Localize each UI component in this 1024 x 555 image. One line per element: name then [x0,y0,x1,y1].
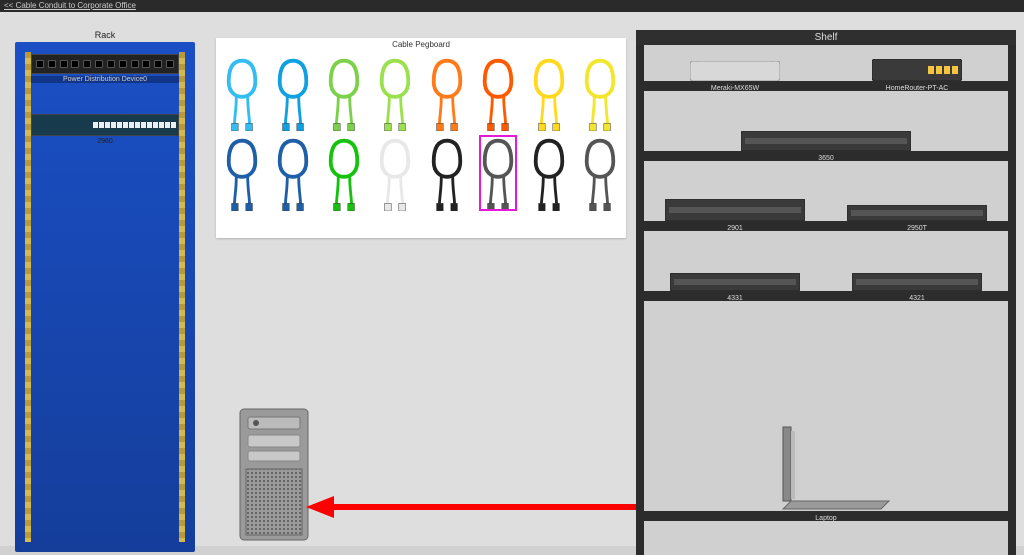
cable-pegboard: Cable Pegboard [216,38,626,238]
cable-row1-1[interactable] [274,55,312,131]
shelf-device-4321[interactable]: 4321 [852,273,982,291]
shelf-row-4: Laptop [644,321,1008,521]
cable-row1-5[interactable] [479,55,517,131]
shelf-device-meraki-mx65w[interactable]: Meraki-MX65W [690,61,780,81]
shelf-row-1: 3650 [644,111,1008,161]
shelf-row-2: 2901 2950T [644,181,1008,231]
rack-area: Rack Power Distribution Device0 2960 [15,30,195,552]
patch-panel[interactable] [31,54,179,74]
cable-row2-5[interactable] [479,135,517,211]
switch-2960[interactable] [31,114,179,136]
device-label: Meraki-MX65W [711,85,759,92]
breadcrumb-bar: << Cable Conduit to Corporate Office [0,0,1024,12]
pdu-label: Power Distribution Device0 [31,76,179,83]
cable-row2-2[interactable] [325,135,363,211]
shelf-device-2950t[interactable]: 2950T [847,205,987,221]
device-label: Laptop [815,515,836,522]
cable-row-1 [216,55,626,131]
device-label: HomeRouter-PT-AC [886,85,949,92]
device-label: 3650 [818,155,834,162]
cable-row1-7[interactable] [581,55,619,131]
rack-rail-right [179,52,185,542]
cable-row1-2[interactable] [325,55,363,131]
cable-row2-4[interactable] [428,135,466,211]
cable-row2-3[interactable] [376,135,414,211]
workspace[interactable]: Rack Power Distribution Device0 2960 Cab… [0,12,1024,546]
shelf-area: Shelf Meraki-MX65WHomeRouter-PT-AC365029… [636,30,1016,550]
cable-row1-4[interactable] [428,55,466,131]
cable-row1-3[interactable] [376,55,414,131]
shelf-device-homerouter-pt-ac[interactable]: HomeRouter-PT-AC [872,59,962,81]
breadcrumb-link[interactable]: << Cable Conduit to Corporate Office [4,1,136,10]
shelf-device-3650[interactable]: 3650 [741,131,911,151]
shelf-frame: Meraki-MX65W HomeRouter-PT-AC 3650 2901 2950… [636,45,1016,555]
pegboard-title: Cable Pegboard [216,38,626,51]
cable-row2-7[interactable] [581,135,619,211]
shelf-device-2901[interactable]: 2901 [665,199,805,221]
cable-row1-0[interactable] [223,55,261,131]
pc-tower[interactable] [238,407,310,542]
cable-row2-6[interactable] [530,135,568,211]
cable-row2-0[interactable] [223,135,261,211]
device-label: 2950T [907,225,927,232]
shelf-row-3: 4331 4321 [644,251,1008,301]
device-label: 2901 [727,225,743,232]
cable-row-2 [216,135,626,211]
shelf-device-4331[interactable]: 4331 [670,273,800,291]
rack[interactable]: Power Distribution Device0 2960 [15,42,195,552]
switch-2960-label: 2960 [31,138,179,145]
rack-title: Rack [15,30,195,40]
device-label: 4331 [727,295,743,302]
cable-row1-6[interactable] [530,55,568,131]
shelf-device-laptop[interactable]: Laptop [761,421,891,511]
device-label: 4321 [909,295,925,302]
cable-row2-1[interactable] [274,135,312,211]
shelf-row-0: Meraki-MX65W HomeRouter-PT-AC [644,41,1008,91]
